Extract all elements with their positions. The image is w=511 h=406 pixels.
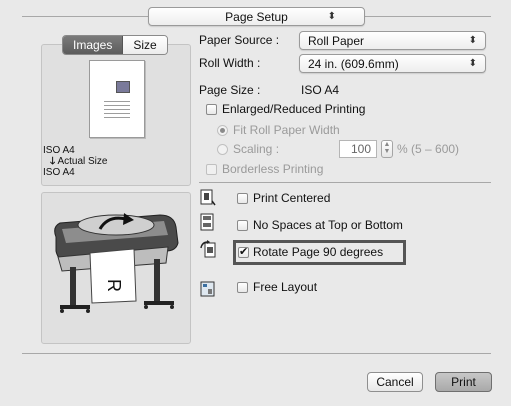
preset-popup[interactable]: Page Setup ⬍	[148, 7, 365, 26]
paper-source-select[interactable]: Roll Paper ⬍	[299, 31, 486, 50]
arrow-down-icon: 🡓	[50, 156, 56, 167]
free-layout-checkbox[interactable]	[237, 282, 248, 293]
print-centered-icon	[200, 189, 216, 206]
footer-divider	[22, 353, 491, 354]
borderless-checkbox[interactable]	[206, 164, 217, 175]
roll-width-select[interactable]: 24 in. (609.6mm) ⬍	[299, 54, 486, 73]
no-spaces-checkbox[interactable]	[237, 220, 248, 231]
no-spaces-label[interactable]: No Spaces at Top or Bottom	[253, 217, 403, 233]
paper-source-label: Paper Source :	[199, 33, 280, 47]
rotate-page-label[interactable]: Rotate Page 90 degrees	[253, 244, 383, 260]
scaling-label: Scaling :	[233, 142, 280, 156]
thumbnail-image-icon	[116, 81, 130, 93]
rotate-page-checkbox[interactable]	[238, 245, 249, 258]
scaling-stepper[interactable]: ▲ ▼	[381, 140, 393, 158]
borderless-label: Borderless Printing	[222, 162, 324, 176]
chevron-updown-icon: ⬍	[468, 58, 477, 69]
page-size-value: ISO A4	[301, 83, 340, 97]
roll-width-label: Roll Width :	[199, 56, 261, 70]
print-centered-label[interactable]: Print Centered	[253, 190, 330, 206]
settings-divider	[199, 182, 491, 183]
free-layout-icon	[200, 281, 215, 297]
header-divider-left	[22, 16, 148, 17]
tab-images[interactable]: Images	[63, 36, 124, 54]
scaling-range: % (5 – 600)	[397, 142, 460, 156]
enlarged-reduced-checkbox[interactable]	[206, 104, 217, 115]
paper-letter: R	[104, 279, 124, 292]
fit-roll-radio[interactable]	[217, 125, 228, 136]
no-spaces-icon	[200, 213, 214, 231]
printer-illustration: R	[54, 213, 179, 313]
rotate-page-icon	[200, 240, 216, 258]
print-centered-checkbox[interactable]	[237, 193, 248, 204]
page-thumbnail	[89, 60, 145, 138]
size-output: ISO A4	[43, 167, 75, 178]
paper-source-value: Roll Paper	[308, 34, 365, 48]
cancel-button[interactable]: Cancel	[367, 372, 423, 392]
header-divider-right	[365, 16, 491, 17]
scaling-input[interactable]: 100	[339, 140, 377, 158]
roll-width-value: 24 in. (609.6mm)	[308, 57, 399, 71]
scaling-radio[interactable]	[217, 144, 228, 155]
chevron-updown-icon: ⬍	[327, 11, 336, 22]
enlarged-reduced-label[interactable]: Enlarged/Reduced Printing	[222, 101, 365, 117]
print-button[interactable]: Print	[435, 372, 492, 392]
free-layout-label[interactable]: Free Layout	[253, 279, 317, 295]
preview-tab-switch[interactable]: Images Size	[62, 35, 168, 55]
fit-roll-label: Fit Roll Paper Width	[233, 123, 340, 137]
thumbnail-text-lines	[104, 101, 130, 121]
tab-size[interactable]: Size	[123, 36, 167, 54]
chevron-updown-icon: ⬍	[468, 35, 477, 46]
page-size-label: Page Size :	[199, 83, 261, 97]
size-mode-label: Actual Size	[57, 156, 108, 167]
